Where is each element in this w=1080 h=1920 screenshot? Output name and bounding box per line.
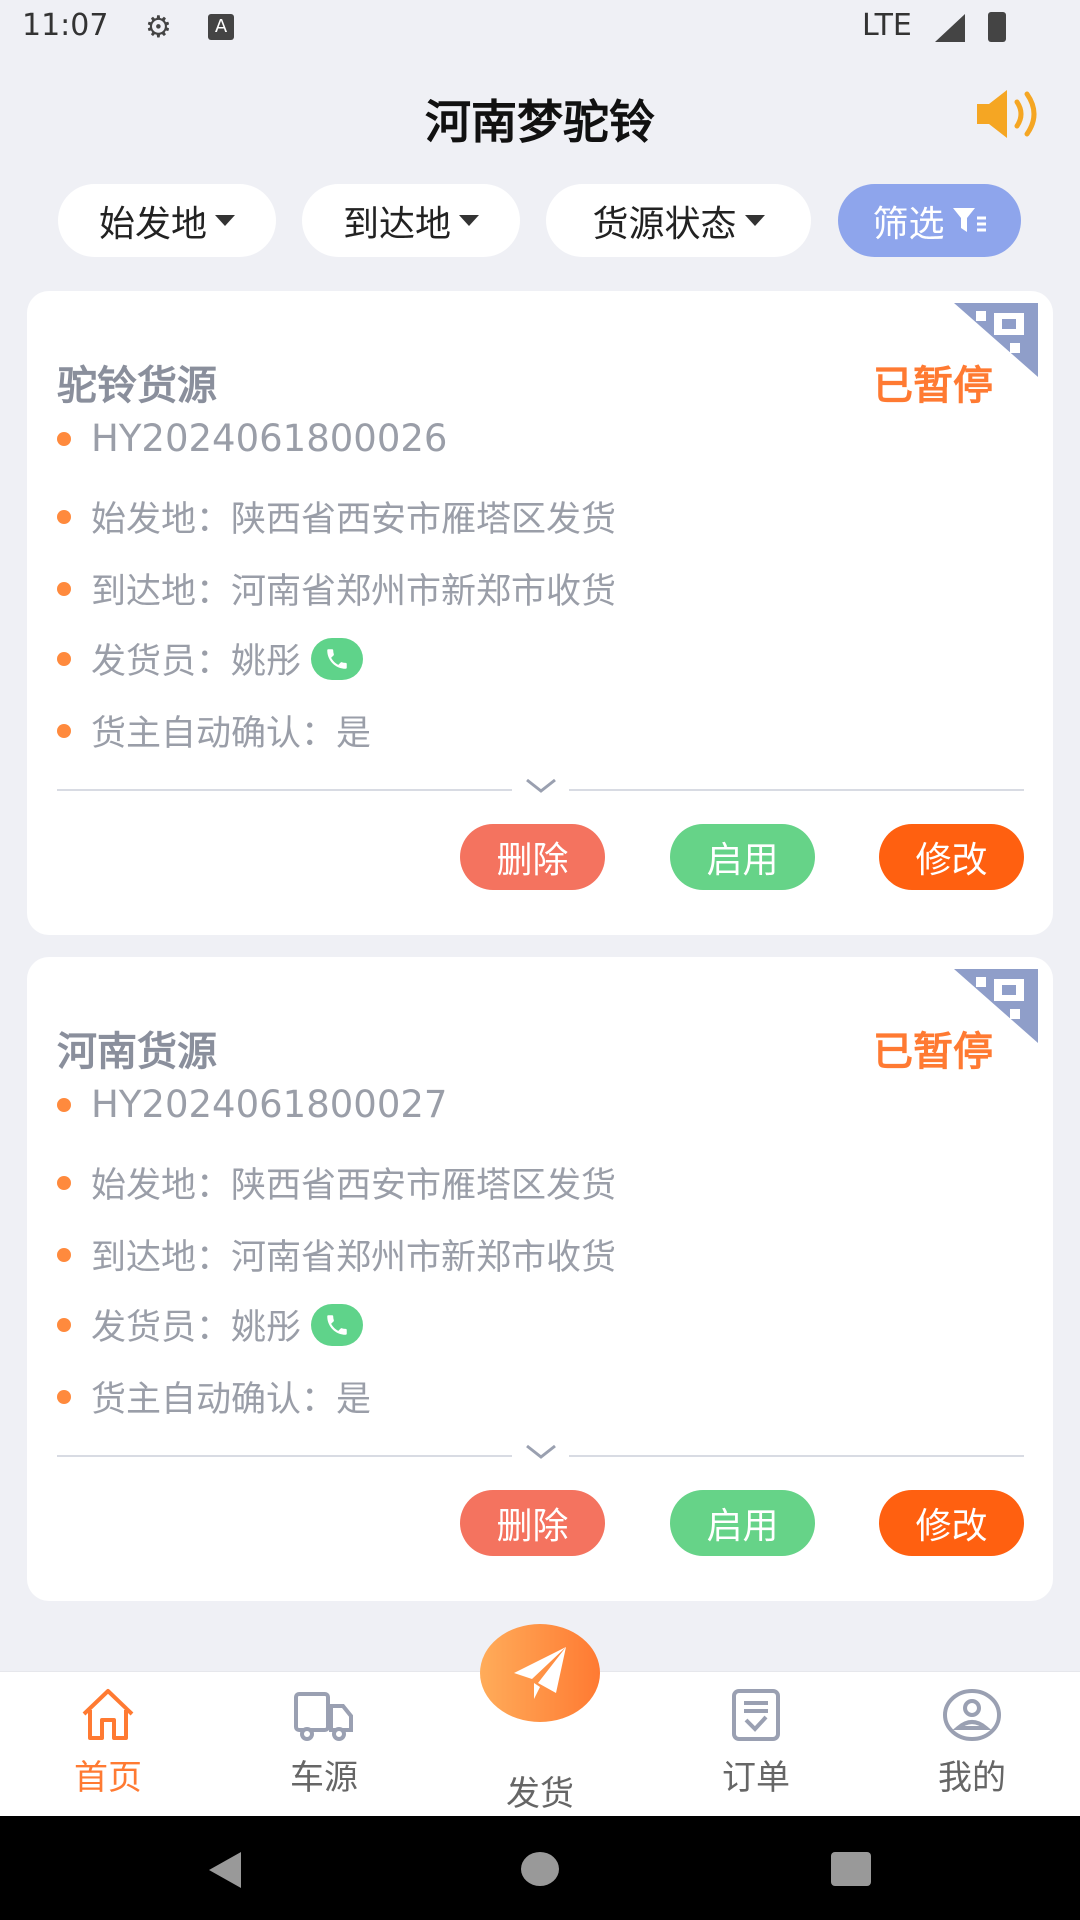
shipper-text: 发货员：姚彤 — [91, 642, 302, 682]
recents-icon[interactable] — [831, 1852, 871, 1886]
network-label: LTE — [862, 8, 912, 43]
filter-origin[interactable]: 始发地 — [58, 184, 276, 257]
edit-button[interactable]: 修改 — [879, 824, 1024, 890]
card-title: 驼铃货源 — [57, 363, 217, 409]
bullet-icon — [57, 1175, 71, 1190]
enable-button[interactable]: 启用 — [670, 824, 815, 890]
nav-mine-label: 我的 — [938, 1758, 1006, 1798]
delete-button[interactable]: 删除 — [460, 1490, 605, 1556]
divider — [569, 789, 1024, 791]
filter-destination-label: 到达地 — [342, 203, 451, 245]
settings-icon: ⚙ — [145, 10, 172, 45]
nav-vehicles[interactable]: 车源 — [216, 1688, 432, 1799]
phone-icon[interactable] — [311, 1303, 364, 1346]
divider — [569, 1455, 1024, 1457]
home-icon — [82, 1689, 134, 1740]
bullet-icon — [57, 581, 71, 596]
shipper-row: 发货员：姚彤 — [57, 1299, 364, 1350]
destination-row: 到达地：河南省郑州市新郑市收货 — [57, 1229, 616, 1280]
bullet-icon — [57, 1097, 71, 1112]
nav-ship[interactable]: 发货 — [432, 1758, 648, 1815]
battery-icon — [988, 12, 1006, 42]
paper-plane-icon — [514, 1647, 566, 1699]
origin-text: 始发地：陕西省西安市雁塔区发货 — [91, 500, 617, 540]
divider — [57, 789, 512, 791]
filter-status-label: 货源状态 — [592, 203, 737, 245]
enable-button[interactable]: 启用 — [670, 1490, 815, 1556]
shipper-row: 发货员：姚彤 — [57, 633, 364, 684]
truck-icon — [294, 1692, 353, 1741]
destination-row: 到达地：河南省郑州市新郑市收货 — [57, 563, 616, 614]
bullet-icon — [57, 509, 71, 524]
auto-confirm-text: 货主自动确认：是 — [91, 1380, 372, 1420]
filter-button-label: 筛选 — [872, 203, 945, 245]
back-icon[interactable] — [205, 1850, 245, 1890]
nav-orders-label: 订单 — [722, 1758, 790, 1798]
filter-origin-label: 始发地 — [98, 203, 207, 245]
nav-orders[interactable]: 订单 — [648, 1688, 864, 1799]
caret-down-icon — [215, 215, 235, 226]
filter-button[interactable]: 筛选 — [838, 184, 1021, 257]
nav-mine[interactable]: 我的 — [864, 1688, 1080, 1799]
chevron-down-icon[interactable] — [524, 1443, 558, 1461]
cargo-id-text: HY2024061800027 — [91, 1083, 448, 1126]
destination-text: 到达地：河南省郑州市新郑市收货 — [91, 572, 617, 612]
phone-icon[interactable] — [311, 637, 364, 680]
bullet-icon — [57, 723, 71, 738]
user-icon — [943, 1689, 1001, 1741]
caret-down-icon — [744, 215, 765, 226]
bullet-icon — [57, 1317, 71, 1332]
home-system-icon[interactable] — [521, 1852, 559, 1886]
bullet-icon — [57, 431, 71, 446]
destination-text: 到达地：河南省郑州市新郑市收货 — [91, 1238, 617, 1278]
nav-home-label: 首页 — [74, 1758, 142, 1798]
auto-confirm-text: 货主自动确认：是 — [91, 714, 372, 754]
chevron-down-icon[interactable] — [524, 777, 558, 795]
filter-icon — [952, 207, 986, 232]
nav-ship-label: 发货 — [506, 1774, 574, 1814]
cargo-id: HY2024061800026 — [57, 417, 447, 460]
caret-down-icon — [459, 215, 479, 226]
status-badge: 已暂停 — [873, 363, 993, 409]
edit-button[interactable]: 修改 — [879, 1490, 1024, 1556]
origin-text: 始发地：陕西省西安市雁塔区发货 — [91, 1166, 617, 1206]
status-bar: 11:07 ⚙ A LTE — [0, 0, 1080, 60]
auto-confirm-row: 货主自动确认：是 — [57, 1371, 371, 1422]
auto-confirm-row: 货主自动确认：是 — [57, 705, 371, 756]
bullet-icon — [57, 1247, 71, 1262]
nav-home[interactable]: 首页 — [0, 1688, 216, 1799]
bullet-icon — [57, 651, 71, 666]
cargo-card[interactable]: 驼铃货源 已暂停 HY2024061800026 始发地：陕西省西安市雁塔区发货… — [27, 291, 1053, 935]
cargo-id-text: HY2024061800026 — [91, 417, 448, 460]
bullet-icon — [57, 1389, 71, 1404]
delete-button[interactable]: 删除 — [460, 824, 605, 890]
signal-icon — [935, 14, 965, 42]
divider — [57, 1455, 512, 1457]
speaker-icon[interactable] — [975, 86, 1043, 146]
cargo-id: HY2024061800027 — [57, 1083, 447, 1126]
origin-row: 始发地：陕西省西安市雁塔区发货 — [57, 1157, 616, 1208]
keyboard-icon: A — [208, 14, 234, 40]
filter-destination[interactable]: 到达地 — [302, 184, 520, 257]
page-title: 河南梦驼铃 — [425, 95, 655, 149]
order-icon — [732, 1689, 780, 1741]
status-badge: 已暂停 — [873, 1029, 993, 1075]
ship-button[interactable] — [480, 1624, 600, 1722]
cargo-card[interactable]: 河南货源 已暂停 HY2024061800027 始发地：陕西省西安市雁塔区发货… — [27, 957, 1053, 1601]
nav-vehicles-label: 车源 — [290, 1758, 358, 1798]
card-title: 河南货源 — [57, 1029, 217, 1075]
status-time: 11:07 — [22, 8, 109, 43]
system-nav-bar — [0, 1816, 1080, 1920]
origin-row: 始发地：陕西省西安市雁塔区发货 — [57, 491, 616, 542]
shipper-text: 发货员：姚彤 — [91, 1308, 302, 1348]
filter-status[interactable]: 货源状态 — [546, 184, 811, 257]
